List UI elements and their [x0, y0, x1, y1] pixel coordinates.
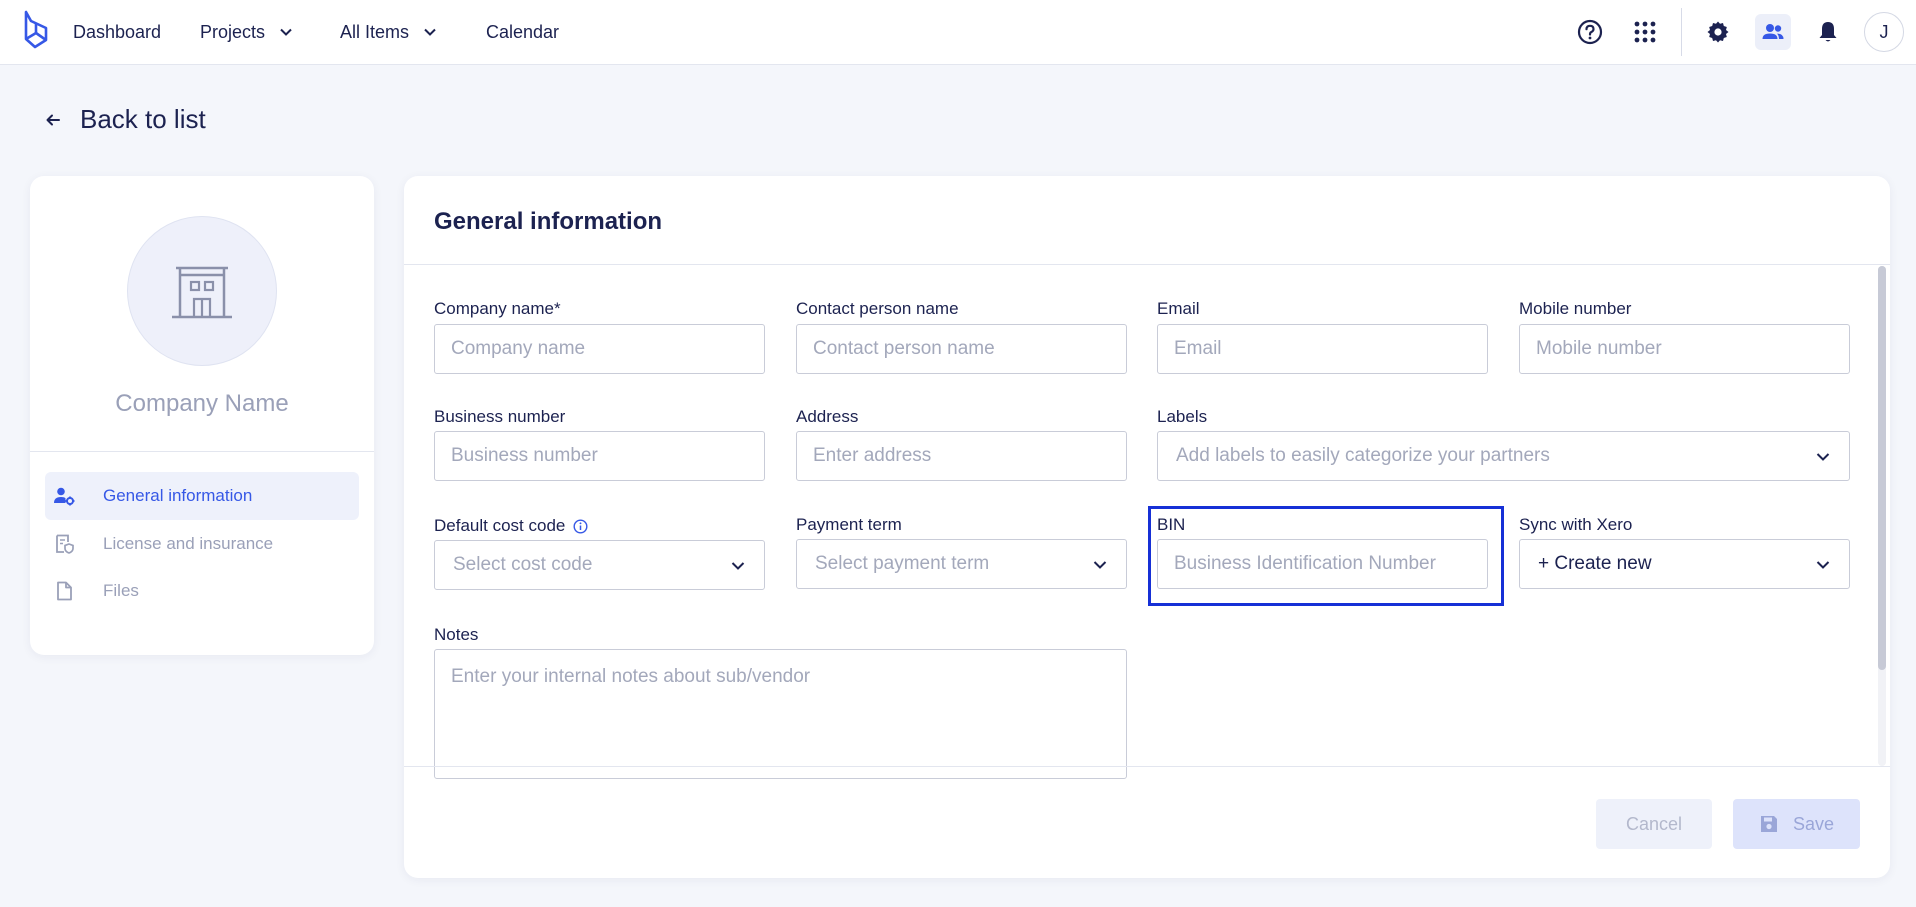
footer-divider — [404, 766, 1890, 767]
email-field[interactable] — [1157, 324, 1488, 374]
nav-projects-label: Projects — [200, 21, 266, 42]
company-avatar[interactable] — [127, 216, 277, 366]
contact-person-label: Contact person name — [796, 299, 959, 319]
avatar-initial: J — [1879, 21, 1889, 42]
bell-icon — [1819, 22, 1837, 42]
label-text: Address — [796, 407, 859, 426]
xero-sync-value: + Create new — [1538, 553, 1652, 574]
address-input[interactable] — [796, 431, 1127, 481]
section-title: General information — [434, 208, 663, 235]
save-icon — [1760, 816, 1777, 832]
label-text: Labels — [1157, 407, 1208, 426]
label-text: Contact person name — [796, 299, 959, 318]
chevron-down-icon — [1093, 561, 1107, 569]
company-name: Company Name — [115, 390, 289, 417]
users-icon — [1762, 24, 1784, 39]
toolbar-divider — [1681, 8, 1682, 56]
user-avatar[interactable]: J — [1864, 12, 1904, 52]
label-text: Notes — [434, 625, 479, 644]
nav-calendar[interactable]: Calendar — [486, 0, 559, 64]
address-label: Address — [796, 407, 858, 427]
user-settings-icon — [54, 487, 75, 506]
payment-term-select[interactable]: Select payment term — [796, 539, 1127, 589]
scrollbar-thumb[interactable] — [1878, 266, 1886, 670]
nav-dashboard-label: Dashboard — [73, 21, 162, 42]
labels-placeholder: Add labels to easily categorize your par… — [1176, 445, 1550, 466]
document-shield-icon — [56, 534, 74, 554]
partners-button[interactable] — [1755, 14, 1791, 50]
labels-select[interactable]: Add labels to easily categorize your par… — [1157, 431, 1850, 481]
label-text: Default cost code — [434, 516, 566, 535]
bin-label: BIN — [1157, 515, 1185, 535]
label-text: Mobile number — [1519, 299, 1632, 318]
nav-calendar-label: Calendar — [486, 21, 560, 42]
sidebar-item-license-insurance[interactable]: License and insurance — [45, 520, 359, 568]
nav-dashboard[interactable]: Dashboard — [73, 0, 161, 64]
payment-term-label: Payment term — [796, 515, 902, 535]
section-divider — [404, 264, 1890, 265]
mobile-number-input[interactable] — [1519, 324, 1850, 374]
nav-all-items-label: All Items — [340, 21, 410, 42]
save-label: Save — [1792, 813, 1835, 834]
sidebar-item-general-information[interactable]: General information — [45, 472, 359, 520]
nav-all-items[interactable]: All Items — [340, 0, 437, 64]
building-icon — [172, 266, 232, 319]
cost-code-select[interactable]: Select cost code — [434, 540, 765, 590]
cancel-label: Cancel — [1625, 813, 1683, 834]
help-icon — [1577, 19, 1603, 45]
chevron-down-icon — [280, 28, 292, 36]
notifications-button[interactable] — [1810, 14, 1846, 50]
label-text: Sync with Xero — [1519, 515, 1633, 534]
notes-textarea[interactable] — [434, 649, 1127, 779]
notes-label: Notes — [434, 625, 478, 645]
top-navbar: Dashboard Projects All Items Calendar J — [0, 0, 1916, 65]
cancel-button[interactable]: Cancel — [1596, 799, 1712, 849]
xero-sync-select[interactable]: + Create new — [1519, 539, 1850, 589]
sync-xero-label: Sync with Xero — [1519, 515, 1632, 535]
business-number-label: Business number — [434, 407, 565, 427]
company-name-input[interactable] — [434, 324, 765, 374]
company-name-label: Company name* — [434, 299, 561, 319]
settings-icon — [1707, 21, 1729, 43]
email-label: Email — [1157, 299, 1200, 319]
sidebar-item-files[interactable]: Files — [45, 567, 359, 615]
label-text: Email — [1157, 299, 1200, 318]
save-button[interactable]: Save — [1733, 799, 1860, 849]
chevron-down-icon — [731, 562, 745, 570]
app-logo-icon[interactable] — [20, 9, 50, 51]
label-text: BIN — [1157, 515, 1186, 534]
general-information-card: General information Company name* Contac… — [404, 176, 1890, 878]
mobile-number-label: Mobile number — [1519, 299, 1631, 319]
file-icon — [57, 581, 72, 601]
profile-divider — [30, 451, 374, 452]
payment-term-placeholder: Select payment term — [815, 553, 990, 574]
back-to-list-label: Back to list — [80, 104, 206, 134]
chevron-down-icon — [424, 28, 436, 36]
business-number-input[interactable] — [434, 431, 765, 481]
label-text: Payment term — [796, 515, 902, 534]
profile-card: Company Name General information License… — [30, 176, 374, 655]
sidebar-item-label: General information — [103, 486, 253, 505]
arrow-left-icon — [46, 114, 60, 125]
form-scrollbar[interactable] — [1878, 266, 1886, 766]
chevron-down-icon — [1816, 453, 1830, 461]
bin-input[interactable] — [1157, 539, 1488, 589]
sidebar-item-label: Files — [103, 581, 139, 600]
settings-button[interactable] — [1700, 14, 1736, 50]
help-button[interactable] — [1572, 14, 1608, 50]
labels-label: Labels — [1157, 407, 1207, 427]
cost-code-placeholder: Select cost code — [453, 554, 593, 575]
apps-button[interactable] — [1627, 14, 1663, 50]
default-cost-code-label: Default cost code — [434, 516, 588, 536]
contact-person-input[interactable] — [796, 324, 1127, 374]
label-text: Business number — [434, 407, 566, 426]
label-text: Company name* — [434, 299, 561, 318]
back-to-list-link[interactable]: Back to list — [44, 104, 206, 135]
apps-grid-icon — [1634, 21, 1656, 43]
nav-projects[interactable]: Projects — [200, 0, 293, 64]
sidebar-item-label: License and insurance — [103, 534, 274, 553]
chevron-down-icon — [1816, 561, 1830, 569]
info-icon[interactable] — [573, 518, 588, 534]
